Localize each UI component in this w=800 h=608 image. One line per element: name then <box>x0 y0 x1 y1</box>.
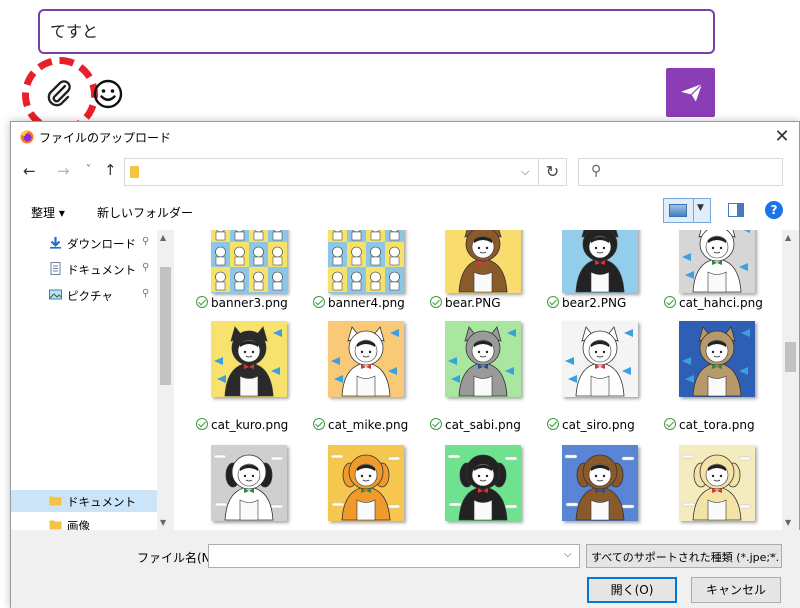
file-tile[interactable] <box>430 230 540 521</box>
search-icon: ⚲ <box>591 163 602 179</box>
navigation-pane-scrollbar[interactable]: ▲ ▼ <box>157 230 174 530</box>
file-name: cat_mike.png <box>313 418 443 434</box>
divider <box>693 199 694 222</box>
pin-icon: ⚲ <box>142 262 150 273</box>
search-input[interactable]: ⚲ <box>578 158 783 186</box>
navigation-bar: ← → ˅ ↑ ⌵ ↻ ⚲ <box>11 154 800 190</box>
scroll-up-icon[interactable]: ▲ <box>160 233 166 242</box>
chevron-down-icon[interactable]: ⌵ <box>521 165 529 179</box>
tree-item[interactable]: ドキュメント <box>11 490 161 512</box>
open-button[interactable]: 開く(O) <box>587 577 677 603</box>
tree-item-label: ピクチャ <box>67 289 113 303</box>
refresh-button[interactable]: ↻ <box>539 158 567 186</box>
dialog-title: ファイルのアップロード <box>39 131 172 145</box>
download-icon <box>49 236 62 249</box>
tree-item-label: ダウンロード <box>67 237 136 251</box>
paperclip-icon[interactable] <box>42 77 76 111</box>
file-grid: banner3.png banner4.png bear.PNG bear2.PNG c… <box>174 230 782 530</box>
send-button[interactable] <box>666 68 715 117</box>
dialog-footer: ファイル名(N): ⌵ すべてのサポートされた種類 (*.jpe;*. ⌵ 開く… <box>11 530 800 608</box>
sync-check-icon <box>664 418 676 430</box>
scroll-thumb[interactable] <box>785 342 796 372</box>
file-thumbnail[interactable] <box>679 445 755 521</box>
organize-button[interactable]: 整理 ▾ <box>31 204 65 221</box>
new-folder-button[interactable]: 新しいフォルダー <box>97 204 193 221</box>
large-icons-view-icon <box>669 204 687 217</box>
sync-check-icon <box>547 418 559 430</box>
chevron-down-icon[interactable]: ⌵ <box>769 549 777 560</box>
file-name-text: cat_tora.png <box>679 418 755 432</box>
file-thumbnail[interactable] <box>328 445 404 521</box>
file-thumbnail[interactable] <box>562 445 638 521</box>
smiley-icon[interactable] <box>92 78 124 110</box>
file-thumbnail[interactable] <box>211 445 287 521</box>
screen: てすと ファイルのアップロード ✕ ← → ˅ ↑ ⌵ ↻ ⚲ 整理 ▾ 新しい… <box>0 0 800 608</box>
file-name: cat_tora.png <box>664 418 782 434</box>
sync-check-icon <box>313 418 325 430</box>
recent-locations-icon[interactable]: ˅ <box>86 164 91 175</box>
file-name-text: cat_mike.png <box>328 418 409 432</box>
scroll-down-icon[interactable]: ▼ <box>160 518 166 527</box>
file-type-select[interactable]: すべてのサポートされた種類 (*.jpe;*. ⌵ <box>586 544 782 568</box>
folder-icon <box>49 494 62 507</box>
tree-item-label: ドキュメント <box>67 263 136 277</box>
tree-item-label: 画像 <box>67 519 90 530</box>
tree-item[interactable]: ピクチャ ⚲ <box>11 284 161 306</box>
file-tile[interactable] <box>196 230 306 521</box>
firefox-icon <box>20 130 34 144</box>
file-tile[interactable] <box>313 230 423 521</box>
file-tile[interactable] <box>547 230 657 521</box>
command-bar: 整理 ▾ 新しいフォルダー ▼ ? <box>11 194 800 228</box>
file-name-text: cat_sabi.png <box>445 418 521 432</box>
back-arrow-icon[interactable]: ← <box>23 162 36 180</box>
file-upload-dialog: ファイルのアップロード ✕ ← → ˅ ↑ ⌵ ↻ ⚲ 整理 ▾ 新しいフォルダ… <box>10 121 800 608</box>
file-type-value: すべてのサポートされた種類 (*.jpe;*. <box>591 551 780 564</box>
preview-pane-icon[interactable] <box>728 203 744 217</box>
file-name-text: cat_siro.png <box>562 418 635 432</box>
file-name: cat_kuro.png <box>196 418 326 434</box>
message-input[interactable]: てすと <box>38 9 715 54</box>
chevron-down-icon[interactable]: ⌵ <box>564 549 572 560</box>
close-button[interactable]: ✕ <box>771 126 793 148</box>
sync-check-icon <box>196 418 208 430</box>
cancel-button[interactable]: キャンセル <box>691 577 781 603</box>
pin-icon: ⚲ <box>142 236 150 247</box>
tree-item[interactable]: ダウンロード ⚲ <box>11 232 161 254</box>
file-name-text: cat_kuro.png <box>211 418 289 432</box>
file-name-field[interactable]: ⌵ <box>208 544 580 568</box>
pin-icon: ⚲ <box>142 288 150 299</box>
tree-item[interactable]: 画像 <box>11 514 161 530</box>
help-icon[interactable]: ? <box>765 201 783 219</box>
paper-plane-icon <box>677 81 704 104</box>
up-arrow-icon[interactable]: ↑ <box>104 161 117 179</box>
pictures-icon <box>49 288 62 301</box>
forward-arrow-icon[interactable]: → <box>57 162 70 180</box>
view-mode-button[interactable]: ▼ <box>663 198 711 223</box>
file-tile[interactable] <box>664 230 774 521</box>
tree-item-label: ドキュメント <box>67 495 136 509</box>
sync-check-icon <box>430 418 442 430</box>
navigation-pane: ダウンロード ⚲ ドキュメント ⚲ ピクチャ ⚲ ドキュメント 画像 <box>11 230 173 530</box>
address-bar[interactable]: ⌵ <box>124 158 539 186</box>
folder-icon <box>130 166 139 178</box>
chevron-down-icon[interactable]: ▼ <box>697 203 704 213</box>
document-icon <box>49 262 62 275</box>
folder-icon <box>49 518 62 530</box>
dialog-titlebar: ファイルのアップロード ✕ <box>11 122 800 152</box>
file-name: cat_sabi.png <box>430 418 560 434</box>
scroll-down-icon[interactable]: ▼ <box>785 518 791 527</box>
scroll-thumb[interactable] <box>160 267 171 385</box>
file-name: cat_siro.png <box>547 418 677 434</box>
file-thumbnail[interactable] <box>445 445 521 521</box>
scroll-up-icon[interactable]: ▲ <box>785 233 791 242</box>
tree-item[interactable]: ドキュメント ⚲ <box>11 258 161 280</box>
file-grid-scrollbar[interactable]: ▲ ▼ <box>782 230 799 530</box>
